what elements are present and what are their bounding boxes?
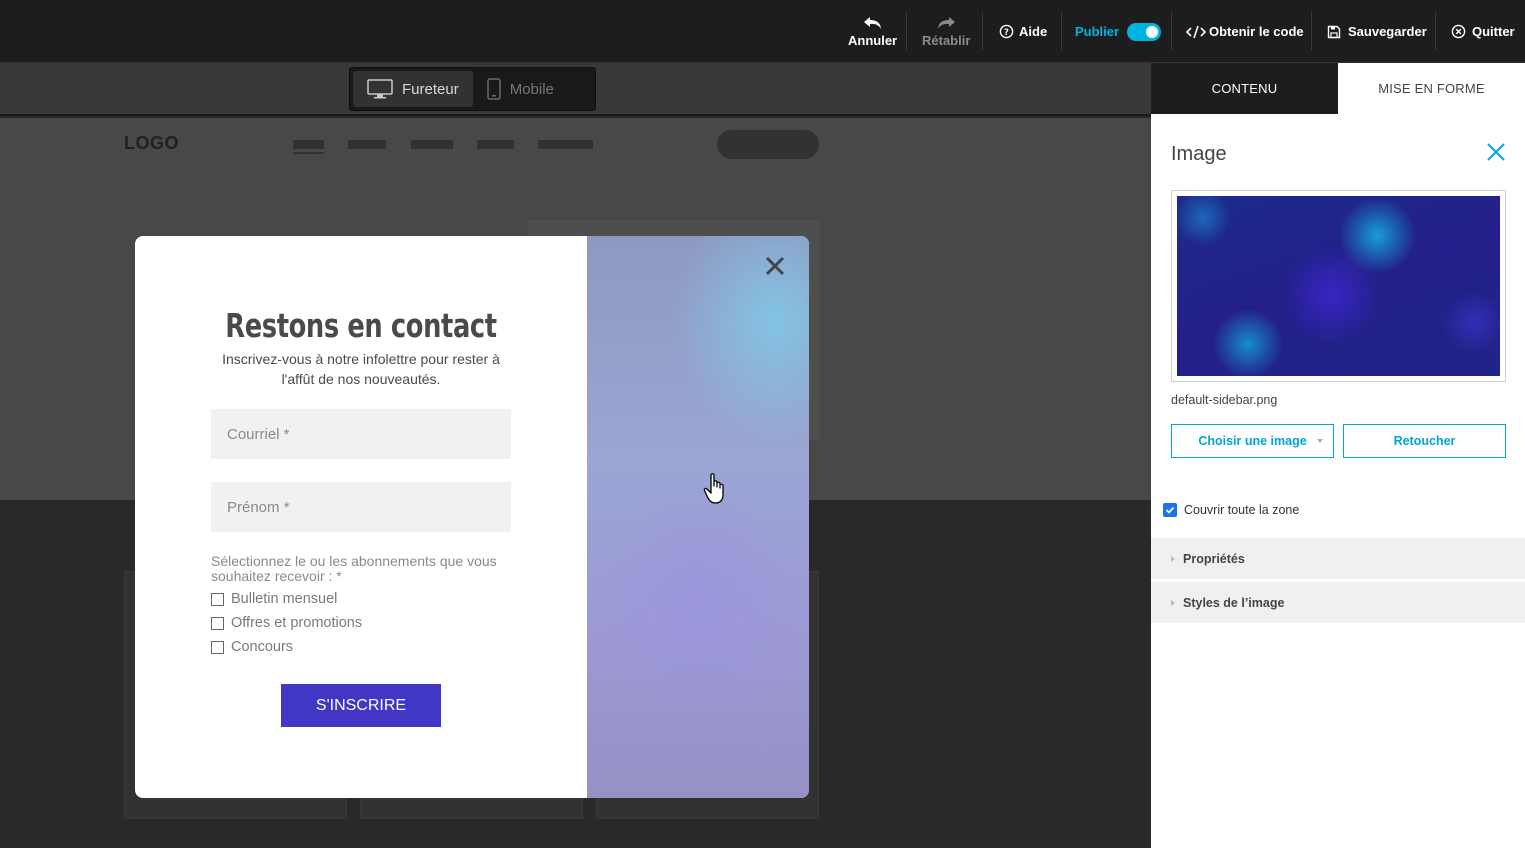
properties-section[interactable]: Propriétés xyxy=(1151,538,1525,579)
checkbox[interactable] xyxy=(211,640,224,654)
help-button[interactable]: ? Aide xyxy=(999,0,1047,63)
choose-image-label: Choisir une image xyxy=(1198,434,1307,448)
editor-canvas: Fureteur Mobile LOGO Restons en contact … xyxy=(0,63,1151,848)
check-icon xyxy=(1165,506,1175,514)
image-preview-thumbnail xyxy=(1177,196,1500,376)
firstname-field[interactable] xyxy=(211,482,511,532)
properties-panel: CONTENU MISE EN FORME Image default-side… xyxy=(1151,63,1525,848)
option-offers-promotions[interactable]: Offres et promotions xyxy=(211,615,362,631)
redo-button[interactable]: Rétablir xyxy=(922,0,970,63)
publish-switch[interactable] xyxy=(1127,22,1162,41)
chevron-down-icon[interactable] xyxy=(1317,439,1323,443)
code-icon xyxy=(1186,25,1206,38)
chevron-right-icon xyxy=(1171,555,1175,562)
tab-content[interactable]: CONTENU xyxy=(1151,63,1338,114)
checkbox[interactable] xyxy=(211,592,224,606)
popup-side-image[interactable] xyxy=(587,236,809,798)
redo-label: Rétablir xyxy=(922,32,971,48)
panel-close-icon[interactable] xyxy=(1485,141,1507,163)
email-field[interactable] xyxy=(211,409,511,459)
image-styles-section[interactable]: Styles de l’image xyxy=(1151,582,1525,623)
retouch-button[interactable]: Retoucher xyxy=(1343,424,1506,458)
help-icon: ? xyxy=(999,24,1014,39)
image-filename: default-sidebar.png xyxy=(1171,393,1278,407)
svg-text:?: ? xyxy=(1004,27,1009,37)
top-toolbar: Annuler Rétablir ? Aide Publier Obtenir … xyxy=(0,0,1525,63)
option-contests[interactable]: Concours xyxy=(211,639,293,655)
option-label: Bulletin mensuel xyxy=(231,591,338,607)
publish-label: Publier xyxy=(1075,24,1120,39)
save-label: Sauvegarder xyxy=(1348,24,1427,39)
save-icon xyxy=(1327,25,1341,38)
quit-button[interactable]: Quitter xyxy=(1451,0,1515,63)
option-monthly-bulletin[interactable]: Bulletin mensuel xyxy=(211,591,337,607)
get-code-label: Obtenir le code xyxy=(1209,24,1304,39)
popup-title: Restons en contact xyxy=(225,306,497,345)
subscription-label: Sélectionnez le ou les abonnements que v… xyxy=(211,553,497,584)
option-label: Concours xyxy=(231,639,294,655)
quit-label: Quitter xyxy=(1472,24,1515,39)
checkbox[interactable] xyxy=(211,616,224,630)
publish-toggle[interactable]: Publier xyxy=(1075,0,1162,63)
save-button[interactable]: Sauvegarder xyxy=(1327,0,1427,63)
get-code-button[interactable]: Obtenir le code xyxy=(1186,0,1304,63)
image-preview xyxy=(1171,190,1506,382)
checkbox-checked[interactable] xyxy=(1163,503,1177,517)
newsletter-popup: Restons en contact Inscrivez-vous à notr… xyxy=(135,236,809,798)
chevron-right-icon xyxy=(1171,599,1175,606)
undo-label: Annuler xyxy=(848,32,898,48)
option-label: Offres et promotions xyxy=(231,615,363,631)
undo-icon xyxy=(863,16,881,29)
tab-formatting[interactable]: MISE EN FORME xyxy=(1338,63,1525,114)
close-circle-icon xyxy=(1451,24,1466,39)
popup-subtitle: Inscrivez-vous à notre infolettre pour r… xyxy=(222,351,500,387)
subscribe-button[interactable]: S'INSCRIRE xyxy=(281,684,441,727)
help-label: Aide xyxy=(1019,24,1048,39)
panel-heading: Image xyxy=(1171,143,1227,165)
cover-area-label: Couvrir toute la zone xyxy=(1184,503,1300,517)
choose-image-dropdown[interactable]: Choisir une image xyxy=(1171,424,1334,458)
image-styles-section-label: Styles de l’image xyxy=(1183,595,1285,610)
undo-button[interactable]: Annuler xyxy=(848,0,897,63)
hand-cursor-icon xyxy=(703,473,724,504)
panel-tabs: CONTENU MISE EN FORME xyxy=(1151,63,1525,114)
popup-close-icon[interactable] xyxy=(765,256,785,276)
redo-icon xyxy=(938,16,956,29)
cover-area-checkbox[interactable]: Couvrir toute la zone xyxy=(1163,503,1299,517)
properties-section-label: Propriétés xyxy=(1183,551,1245,566)
